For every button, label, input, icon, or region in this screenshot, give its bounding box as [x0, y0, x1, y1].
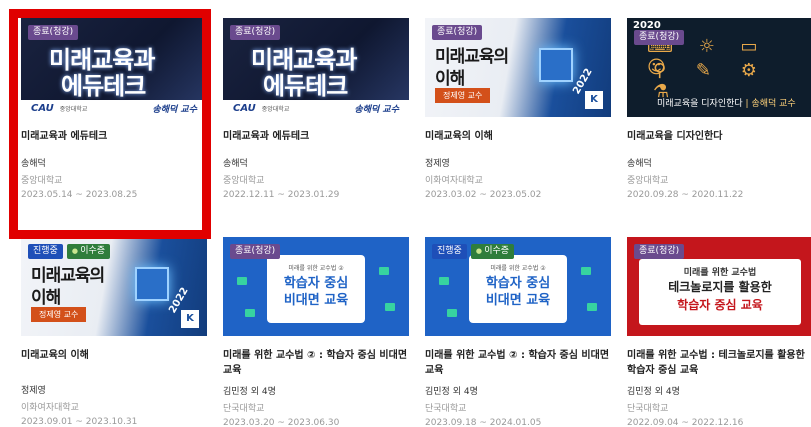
course-title[interactable]: 미래를 위한 교수법 : 테크놀로지를 활용한 학습자 중심 교육 [627, 348, 811, 378]
status-badge: 종료(청강) [432, 25, 483, 40]
thumbnail-subtitle: 미래를 위한 교수법 ② [288, 265, 344, 272]
course-dates: 2023.03.02 ~ 2023.05.02 [425, 190, 542, 200]
course-instructor: 김민정 외 4명 [425, 387, 478, 397]
course-thumbnail[interactable]: 종료(청강) 미래를 위한 교수법 테크놀로지를 활용한 학습자 중심 교육 [627, 237, 811, 336]
course-thumbnail[interactable]: 2020 종료(청강) ⌨ ☼ ▭ ☺ ⚲ ✎ ⚙ ⚗ 미래교육을 디자인한다 … [627, 18, 811, 117]
status-badge: 진행중 [28, 244, 63, 259]
status-badge: 진행중 [432, 244, 467, 259]
course-dates: 2023.03.20 ~ 2023.06.30 [223, 418, 340, 427]
course-thumbnail[interactable]: 진행중 이수증 미래를 위한 교수법 ② 학습자 중심 비대면 교육 [425, 237, 611, 336]
course-title[interactable]: 미래를 위한 교수법 ② : 학습자 중심 비대면 교육 [425, 348, 611, 378]
decoration [439, 277, 449, 285]
course-thumbnail[interactable]: 종료(청강) 미래교육과 에듀테크 CAU 중앙대학교 송해덕 교수 [223, 18, 409, 117]
course-instructor: 송해덕 [21, 159, 46, 169]
course-card[interactable]: 종료(청강) 미래교육과 에듀테크 CAU 중앙대학교 송해덕 교수 미래교육과… [223, 18, 409, 200]
course-dates: 2022.09.04 ~ 2022.12.16 [627, 418, 744, 427]
course-title[interactable]: 미래교육의 이해 [21, 348, 207, 363]
course-dates: 2020.09.28 ~ 2020.11.22 [627, 190, 744, 200]
course-card[interactable]: 종료(청강) 미래를 위한 교수법 ② 학습자 중심 비대면 교육 미래를 위한… [223, 237, 409, 427]
thumbnail-professor: 송해덕 교수 [354, 105, 399, 115]
course-instructor: 김민정 외 4명 [627, 387, 680, 397]
course-university: 중앙대학교 [21, 176, 63, 186]
kmooc-logo-icon: K [585, 91, 603, 109]
decoration [447, 309, 457, 317]
thumbnail-caption: 미래교육을 디자인한다 [657, 99, 743, 109]
thumbnail-title-line2: 이해 [435, 69, 465, 89]
course-dates: 2023.09.18 ~ 2024.01.05 [425, 418, 542, 427]
course-title[interactable]: 미래를 위한 교수법 ② : 학습자 중심 비대면 교육 [223, 348, 409, 378]
course-thumbnail[interactable]: 종료(청강) 미래교육과 에듀테크 CAU 중앙대학교 송해덕 교수 [21, 18, 207, 117]
thumbnail-title-line1: 테크놀로지를 활용한 [668, 280, 772, 294]
course-card[interactable]: 종료(청강) 미래교육과 에듀테크 CAU 중앙대학교 송해덕 교수 미래교육과… [21, 18, 207, 200]
thumbnail-title-line2: 비대면 교육 [283, 293, 349, 308]
thumbnail-professor: 정제영 교수 [31, 307, 87, 322]
status-badge: 종료(청강) [28, 25, 79, 40]
status-badge: 종료(청강) [230, 25, 281, 40]
certificate-badge: 이수증 [470, 244, 515, 259]
course-grid: 종료(청강) 미래교육과 에듀테크 CAU 중앙대학교 송해덕 교수 미래교육과… [0, 0, 811, 427]
course-instructor: 정제영 [425, 159, 450, 169]
course-card[interactable]: 진행중 이수증 미래교육의 이해 정제영 교수 2022 K 미래교육의 이해 … [21, 237, 207, 427]
thumbnail-university: 중앙대학교 [59, 106, 88, 113]
thumbnail-title-line1: 학습자 중심 [485, 276, 551, 291]
course-university: 이화여자대학교 [21, 403, 79, 413]
course-university: 단국대학교 [425, 404, 467, 414]
course-dates: 2023.09.01 ~ 2023.10.31 [21, 417, 138, 427]
decoration [379, 267, 389, 275]
course-thumbnail[interactable]: 진행중 이수증 미래교육의 이해 정제영 교수 2022 K [21, 237, 207, 336]
course-card[interactable]: 2020 종료(청강) ⌨ ☼ ▭ ☺ ⚲ ✎ ⚙ ⚗ 미래교육을 디자인한다 … [627, 18, 811, 200]
certificate-badge: 이수증 [66, 244, 111, 259]
course-instructor: 송해덕 [627, 159, 652, 169]
thumbnail-board: 미래를 위한 교수법 ② 학습자 중심 비대면 교육 [267, 255, 365, 323]
thumbnail-subtitle: 미래를 위한 교수법 [683, 268, 757, 278]
course-card[interactable]: 종료(청강) 미래를 위한 교수법 테크놀로지를 활용한 학습자 중심 교육 미… [627, 237, 811, 427]
course-dates: 2023.05.14 ~ 2023.08.25 [21, 190, 138, 200]
course-university: 단국대학교 [627, 404, 669, 414]
course-dates: 2022.12.11 ~ 2023.01.29 [223, 190, 340, 200]
course-instructor: 정제영 [21, 386, 46, 396]
status-badge: 종료(청강) [634, 244, 685, 259]
thumbnail-board: 미래를 위한 교수법 테크놀로지를 활용한 학습자 중심 교육 [639, 259, 801, 325]
course-title[interactable]: 미래교육을 디자인한다 [627, 129, 811, 144]
course-instructor: 김민정 외 4명 [223, 387, 276, 397]
thumbnail-board: 미래를 위한 교수법 ② 학습자 중심 비대면 교육 [469, 255, 567, 323]
thumbnail-university: 중앙대학교 [261, 106, 290, 113]
thumbnail-title-line1: 학습자 중심 [283, 276, 349, 291]
course-card[interactable]: 종료(청강) 미래교육의 이해 정제영 교수 2022 K 미래교육의 이해 정… [425, 18, 611, 200]
decoration [581, 267, 591, 275]
course-university: 중앙대학교 [627, 176, 669, 186]
decoration [237, 277, 247, 285]
course-university: 단국대학교 [223, 404, 265, 414]
university-logo: CAU [31, 103, 54, 114]
thumbnail-professor: 송해덕 교수 [152, 105, 197, 115]
kmooc-logo-icon: K [181, 310, 199, 328]
thumbnail-title-line2: 학습자 중심 교육 [677, 298, 763, 312]
thumbnail-title-line2: 이해 [31, 288, 61, 308]
course-university: 이화여자대학교 [425, 176, 483, 186]
thumbnail-title-line2: 에듀테크 [61, 72, 146, 100]
chip-icon [539, 48, 573, 82]
thumbnail-professor: 송해덕 교수 [751, 99, 796, 109]
course-university: 중앙대학교 [223, 176, 265, 186]
course-title[interactable]: 미래교육의 이해 [425, 129, 611, 144]
course-instructor: 송해덕 [223, 159, 248, 169]
course-title[interactable]: 미래교육과 에듀테크 [223, 129, 409, 144]
course-thumbnail[interactable]: 종료(청강) 미래교육의 이해 정제영 교수 2022 K [425, 18, 611, 117]
thumbnail-professor: 정제영 교수 [435, 88, 491, 103]
thumbnail-title-line2: 에듀테크 [263, 72, 348, 100]
decoration [587, 303, 597, 311]
course-title[interactable]: 미래교육과 에듀테크 [21, 129, 207, 144]
university-logo: CAU [233, 103, 256, 114]
course-thumbnail[interactable]: 종료(청강) 미래를 위한 교수법 ② 학습자 중심 비대면 교육 [223, 237, 409, 336]
decoration [385, 303, 395, 311]
thumbnail-title-line2: 비대면 교육 [485, 293, 551, 308]
thumbnail-subtitle: 미래를 위한 교수법 ② [490, 265, 546, 272]
course-card[interactable]: 진행중 이수증 미래를 위한 교수법 ② 학습자 중심 비대면 교육 미래를 위… [425, 237, 611, 427]
decoration [245, 309, 255, 317]
status-badge: 종료(청강) [634, 30, 685, 45]
chip-icon [135, 267, 169, 301]
status-badge: 종료(청강) [230, 244, 281, 259]
